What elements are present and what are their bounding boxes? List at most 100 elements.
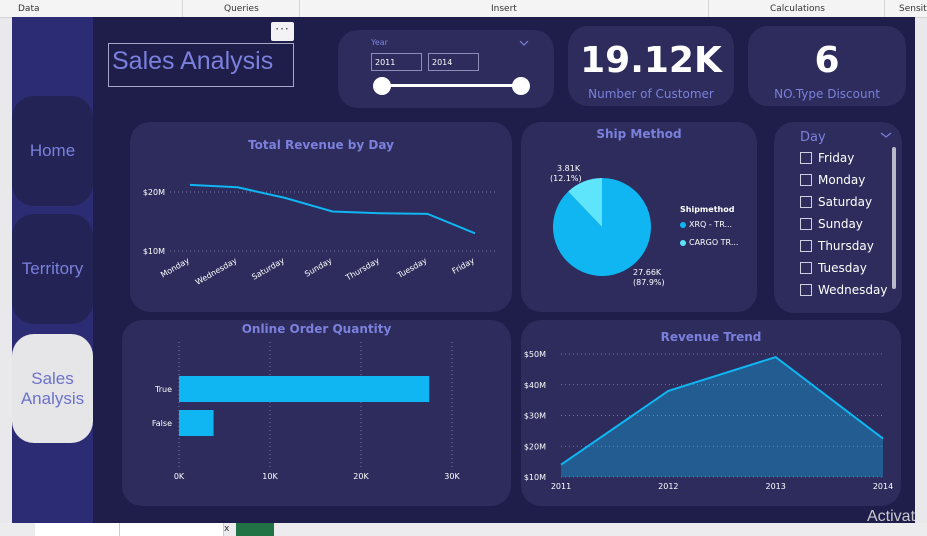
revenue-by-day-chart[interactable]: $20M $10MMonday Wednesday Saturday Sunday Thu… [130,122,512,312]
x-tick-label: Friday [450,256,476,276]
y-tick-label: $20M [143,188,165,197]
more-options-icon[interactable]: ··· [271,22,294,41]
page-title: Sales Analysis [108,43,294,87]
nav-sales-label-line2: Analysis [20,388,85,408]
day-slicer-title: Day [800,130,826,145]
day-option-label: Sunday [818,217,863,231]
year-slider-start-handle[interactable] [373,77,391,95]
day-option-thursday[interactable]: Thursday [800,236,874,256]
ribbon-group-queries[interactable]: Queries [224,4,259,14]
legend-dot [680,221,686,228]
ribbon-divider [884,0,885,17]
kpi-discount-label: NO.Type Discount [774,87,880,101]
ribbon-group-insert[interactable]: Insert [491,4,517,14]
nav-home-label: Home [29,141,76,160]
kpi-discount-value: 6 [814,40,840,81]
day-option-label: Tuesday [818,261,867,275]
day-option-label: Saturday [818,195,873,209]
day-option-label: Thursday [818,239,874,253]
online-order-chart[interactable]: 0K 10K 20K 30K True False [122,320,511,506]
kpi-customers-label: Number of Customer [588,87,714,101]
legend-label: XRQ - TR... [689,220,733,229]
sheet-tab-bar: x [0,523,927,536]
y-tick-label: $10M [143,247,165,256]
close-icon[interactable]: x [224,524,229,534]
checkbox[interactable] [800,152,812,164]
x-tick-label: Thursday [343,256,381,283]
y-tick-label: $40M [524,381,546,390]
sheet-tab[interactable] [35,523,120,536]
day-option-monday[interactable]: Monday [800,170,865,190]
y-tick-label: $10M [524,473,546,482]
x-tick-label: 2013 [765,482,785,491]
day-option-label: Wednesday [818,283,888,297]
legend-label: CARGO TR... [689,238,739,247]
checkbox[interactable] [800,218,812,230]
y-tick-label: $20M [524,442,546,451]
checkbox[interactable] [800,196,812,208]
year-slider-track[interactable] [381,84,521,87]
chevron-down-icon[interactable] [519,39,529,47]
kpi-customers-card: 19.12K Number of Customer [568,26,734,106]
year-to-input[interactable]: 2014 [428,53,479,71]
checkbox[interactable] [800,240,812,252]
day-option-friday[interactable]: Friday [800,148,854,168]
bar-false [179,410,214,436]
ribbon-divider [182,0,183,17]
y-tick-label: $30M [524,412,546,421]
ribbon-group-calculations[interactable]: Calculations [770,4,825,14]
chevron-down-icon[interactable] [880,131,892,139]
pie-label-xrq-value: 27.66K [633,268,662,277]
x-tick-label: 10K [262,472,278,481]
pie-label-xrq-percent: (87.9%) [633,278,665,287]
activation-watermark: Activat [867,508,916,525]
day-slicer-scrollbar[interactable] [892,147,896,289]
x-tick-label: 2012 [658,482,678,491]
year-from-input[interactable]: 2011 [371,53,422,71]
series-area [561,357,883,477]
ribbon-group-data[interactable]: Data [18,4,40,14]
ribbon-group-sensitivity[interactable]: Sensiti [899,4,927,14]
series-line [189,183,476,235]
day-option-saturday[interactable]: Saturday [800,192,872,212]
day-option-label: Friday [818,151,855,165]
nav-home-button[interactable]: Home [12,96,93,206]
nav-sales-analysis-button[interactable]: Sales Analysis [12,334,93,443]
checkbox[interactable] [800,262,812,274]
day-option-label: Monday [818,173,866,187]
sheet-tab[interactable] [120,523,224,536]
ribbon-divider [708,0,709,17]
ribbon: Data Queries Insert Calculations Sensiti [0,0,927,18]
nav-territory-button[interactable]: Territory [12,214,93,324]
x-tick-label: 30K [444,472,460,481]
ribbon-divider [299,0,300,17]
legend-item-xrq[interactable]: XRQ - TR... [680,220,732,229]
y-tick-label: True [154,385,172,394]
nav-sales-label-line1: Sales [31,368,74,388]
x-tick-label: 20K [353,472,369,481]
day-option-sunday[interactable]: Sunday [800,214,863,234]
revenue-trend-chart[interactable]: $10M $20M $30M $40M $50M 2011 2012 2013 2014 [521,320,901,506]
legend-item-cargo[interactable]: CARGO TR... [680,238,738,247]
x-tick-label: 2014 [873,482,893,491]
x-tick-label: Saturday [250,256,286,282]
day-option-tuesday[interactable]: Tuesday [800,258,867,278]
x-tick-label: Wednesday [194,256,239,287]
legend-dot [680,239,686,246]
pie-label-xrq: 27.66K (87.9%) [633,268,665,288]
checkbox[interactable] [800,284,812,296]
year-slider-end-handle[interactable] [512,77,530,95]
legend-title: Shipmethod [680,205,735,214]
pie-label-cargo-value: 3.81K [557,164,581,173]
pie-label-cargo: 3.81K (12.1%) [550,164,582,184]
kpi-customers-value: 19.12K [580,40,722,81]
nav-territory-label: Territory [21,259,84,278]
x-tick-label: Tuesday [395,256,429,281]
x-tick-label: 2011 [551,482,571,491]
x-tick-label: Sunday [303,256,334,279]
active-sheet-tab[interactable] [236,523,274,536]
checkbox[interactable] [800,174,812,186]
y-tick-label: $50M [524,350,546,359]
y-tick-label: False [152,419,172,428]
day-option-wednesday[interactable]: Wednesday [800,280,887,300]
